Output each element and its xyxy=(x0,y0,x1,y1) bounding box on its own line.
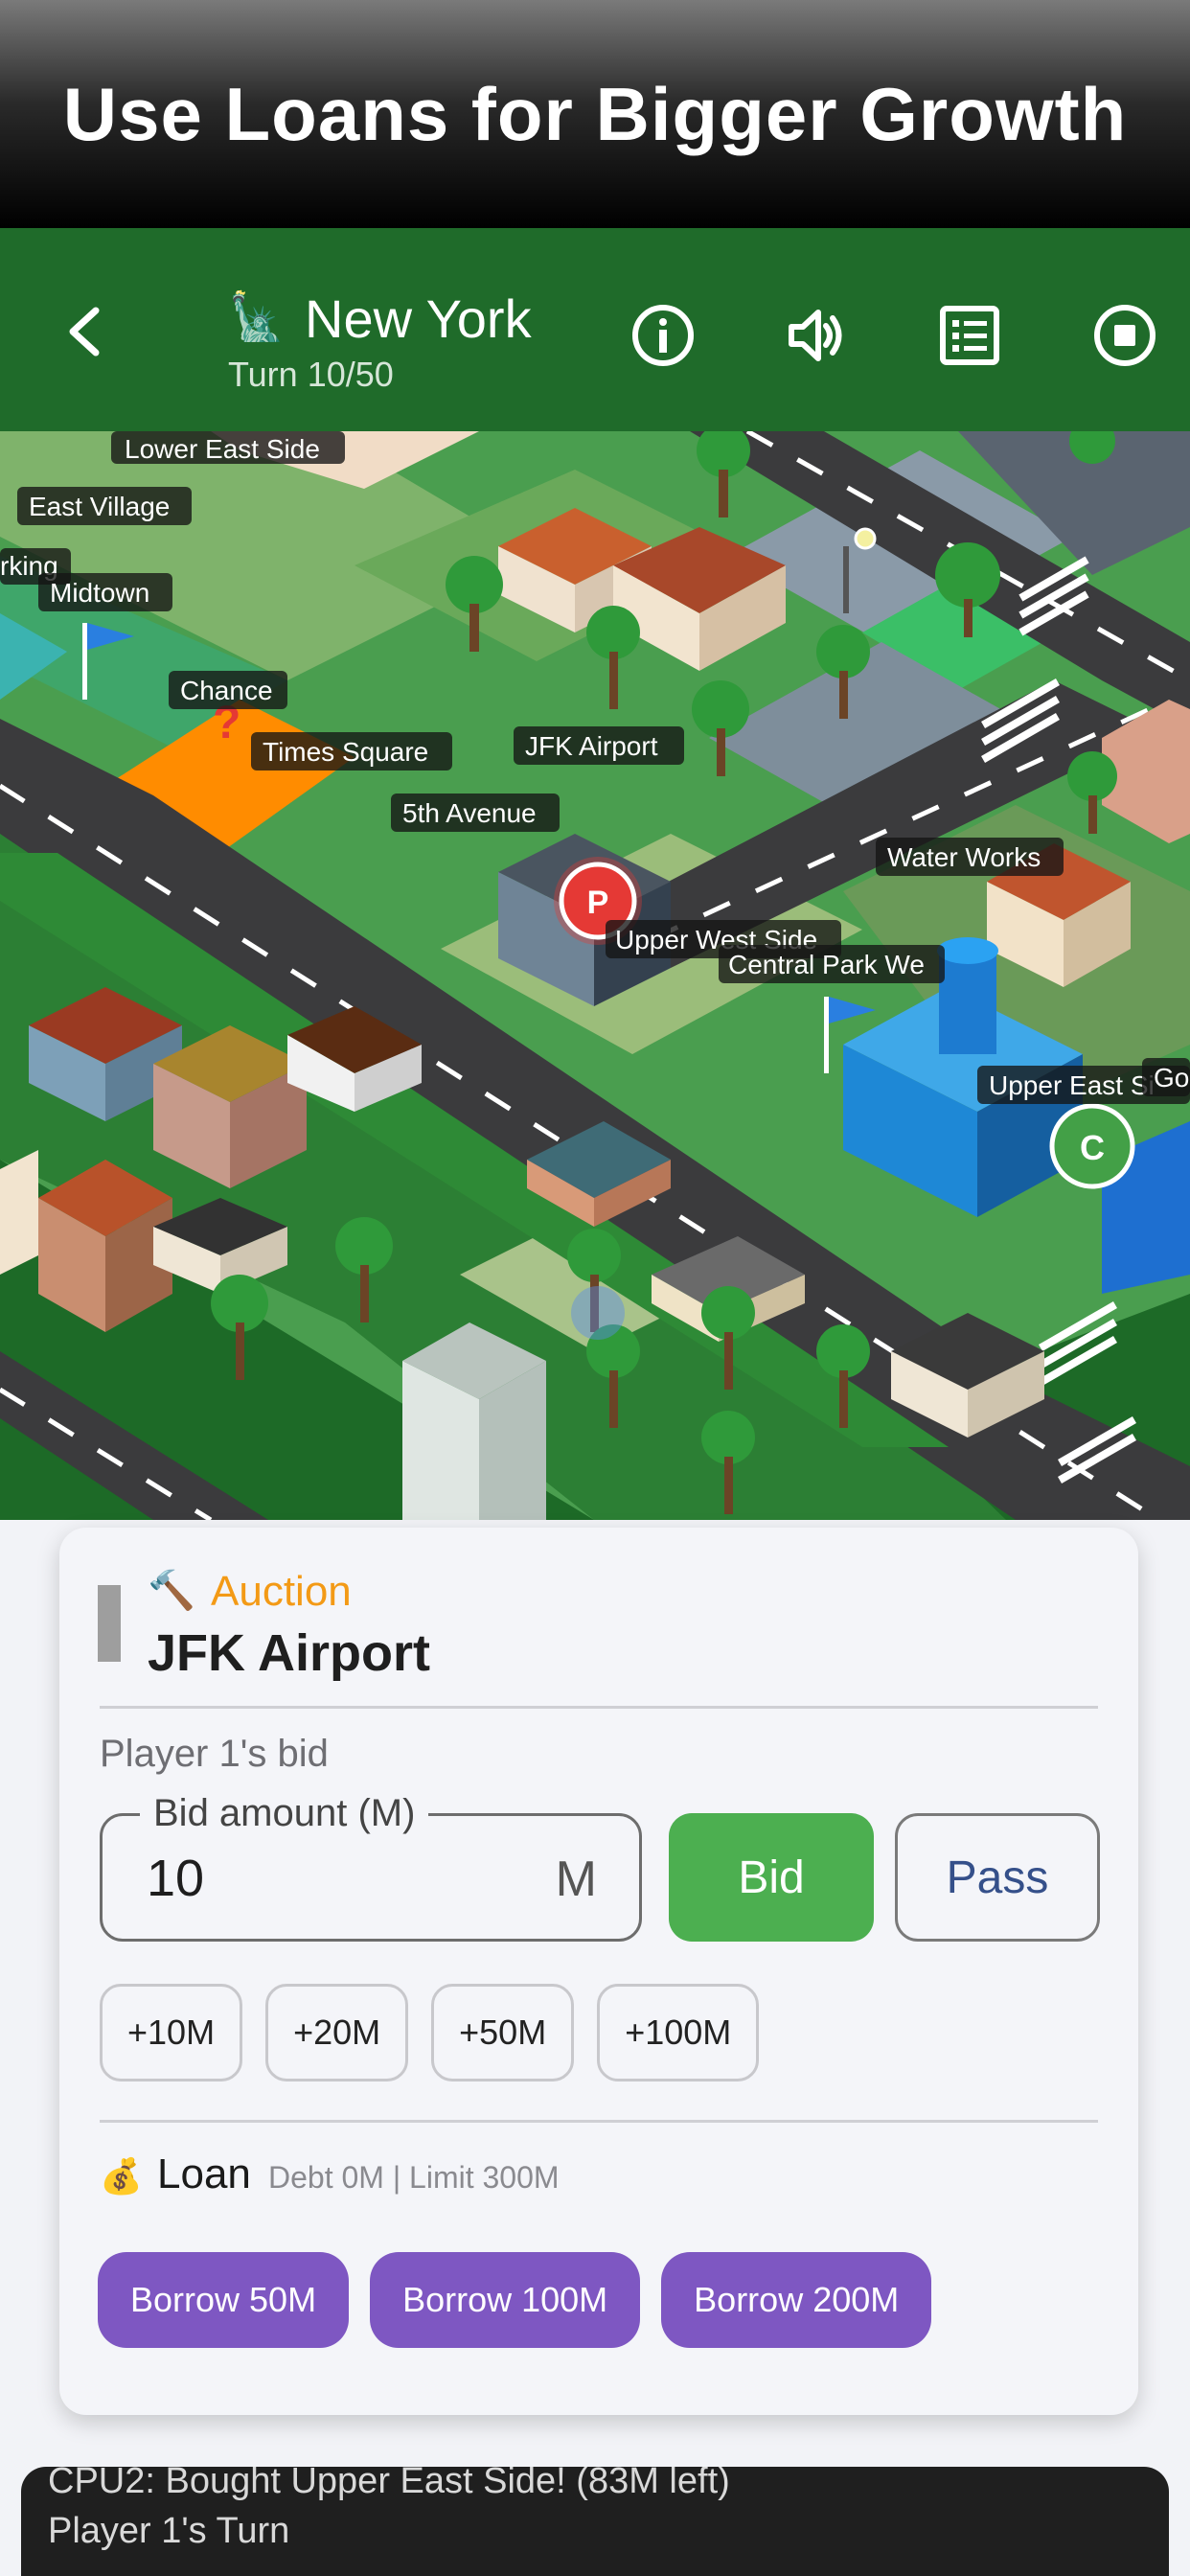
money-bag-icon: 💰 xyxy=(100,2156,143,2196)
promo-banner: Use Loans for Bigger Growth xyxy=(0,0,1190,228)
map-label-central-park-west: Central Park We xyxy=(719,945,945,983)
cpu-token[interactable]: C xyxy=(1049,1103,1135,1189)
log-line: Player 1's Turn xyxy=(48,2511,290,2551)
increment-buttons: +10M +20M +50M +100M xyxy=(100,1984,760,2082)
log-line: CPU2: Bought Upper East Side! (83M left) xyxy=(48,2467,730,2501)
map-label-water-works: Water Works xyxy=(876,838,1064,876)
svg-text:Lower East Side: Lower East Side xyxy=(125,434,320,464)
hammer-icon: 🔨 xyxy=(148,1570,195,1612)
accent-bar xyxy=(98,1585,121,1662)
svg-text:Water Works: Water Works xyxy=(887,842,1041,872)
banner-title: Use Loans for Bigger Growth xyxy=(62,71,1128,156)
player-token-letter: P xyxy=(587,885,609,921)
loan-info: Debt 0M | Limit 300M xyxy=(268,2160,560,2195)
bid-button[interactable]: Bid xyxy=(669,1813,874,1942)
bid-caption: Player 1's bid xyxy=(100,1733,329,1775)
statue-of-liberty-icon: 🗽 xyxy=(228,292,286,343)
map-label-jfk-airport: JFK Airport xyxy=(514,726,684,765)
map-label-go: Go xyxy=(1142,1058,1190,1096)
svg-text:5th Avenue: 5th Avenue xyxy=(402,798,537,828)
bid-amount-legend: Bid amount (M) xyxy=(140,1792,429,1835)
bid-unit: M xyxy=(555,1852,597,1907)
game-board-map[interactable]: ? P C Lower East Side East Village rking… xyxy=(0,431,1190,1520)
player-ghost-marker xyxy=(571,1286,625,1340)
turn-counter: Turn 10/50 xyxy=(228,355,394,394)
auction-label: Auction xyxy=(211,1568,352,1615)
increment-20m-button[interactable]: +20M xyxy=(265,1984,409,2082)
list-icon[interactable] xyxy=(935,301,1004,370)
cpu-token-letter: C xyxy=(1080,1128,1105,1167)
increment-50m-button[interactable]: +50M xyxy=(431,1984,575,2082)
divider xyxy=(100,2120,1098,2123)
game-header: 🗽 New York Turn 10/50 xyxy=(0,228,1190,431)
map-label-midtown: Midtown xyxy=(38,573,172,611)
svg-text:Times Square: Times Square xyxy=(263,737,428,767)
map-label-east-village: East Village xyxy=(17,487,192,525)
svg-text:Go: Go xyxy=(1154,1063,1189,1092)
pass-button[interactable]: Pass xyxy=(895,1813,1100,1942)
svg-text:Midtown: Midtown xyxy=(50,578,149,608)
map-label-lower-east-side: Lower East Side xyxy=(111,431,345,464)
svg-text:Central Park We: Central Park We xyxy=(728,950,925,979)
borrow-200m-button[interactable]: Borrow 200M xyxy=(661,2252,932,2348)
back-icon[interactable] xyxy=(57,303,115,360)
increment-100m-button[interactable]: +100M xyxy=(597,1984,760,2082)
volume-icon[interactable] xyxy=(782,301,851,370)
city-name: New York xyxy=(305,288,532,349)
game-log[interactable]: CPU2: Bought Upper East Side! (83M left)… xyxy=(21,2467,1169,2576)
svg-text:Upper East Si: Upper East Si xyxy=(989,1070,1155,1100)
svg-text:Chance: Chance xyxy=(180,676,273,705)
svg-text:East Village: East Village xyxy=(29,492,170,521)
auction-panel: 🔨 Auction JFK Airport Player 1's bid M B… xyxy=(59,1528,1138,2415)
map-label-5th-avenue: 5th Avenue xyxy=(391,794,560,832)
property-name: JFK Airport xyxy=(148,1624,430,1682)
borrow-100m-button[interactable]: Borrow 100M xyxy=(370,2252,641,2348)
loan-label: Loan xyxy=(157,2150,251,2197)
map-label-chance: Chance xyxy=(169,671,287,709)
info-icon[interactable] xyxy=(629,301,698,370)
bid-amount-input[interactable] xyxy=(147,1845,511,1912)
borrow-50m-button[interactable]: Borrow 50M xyxy=(98,2252,350,2348)
divider xyxy=(100,1706,1098,1709)
increment-10m-button[interactable]: +10M xyxy=(100,1984,243,2082)
map-label-times-square: Times Square xyxy=(251,732,452,770)
svg-text:JFK Airport: JFK Airport xyxy=(525,731,658,761)
stop-icon[interactable] xyxy=(1090,301,1159,370)
borrow-buttons: Borrow 50M Borrow 100M Borrow 200M xyxy=(98,2252,932,2348)
